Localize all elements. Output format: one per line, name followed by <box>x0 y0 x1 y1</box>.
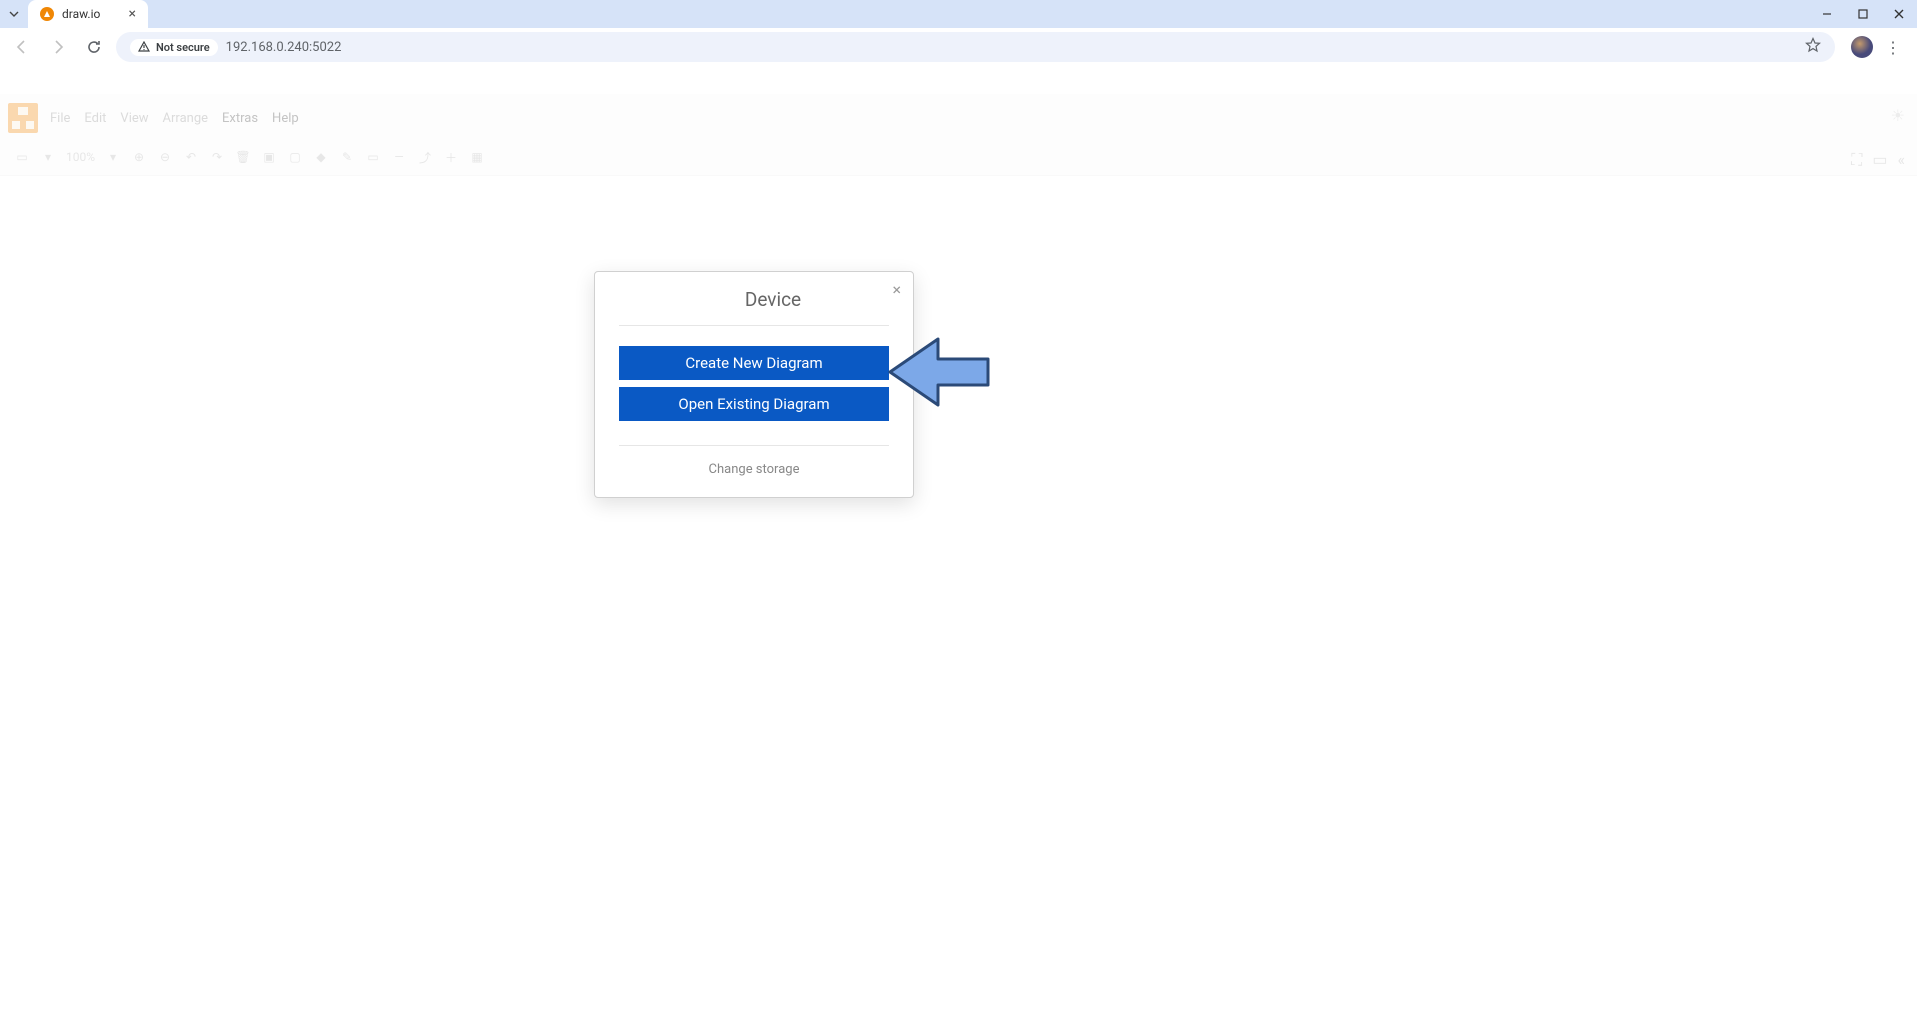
url-text: 192.168.0.240:5022 <box>226 40 342 55</box>
security-chip[interactable]: Not secure <box>130 39 218 56</box>
browser-tab-strip: draw.io × <box>0 0 1917 28</box>
change-storage-link[interactable]: Change storage <box>709 462 800 477</box>
toolbar-dropdown-icon[interactable]: ▾ <box>40 149 56 165</box>
browser-toolbar: Not secure 192.168.0.240:5022 ⋮ <box>0 28 1917 66</box>
back-button[interactable] <box>8 33 36 61</box>
menu-extras[interactable]: Extras <box>222 111 258 126</box>
redo-icon[interactable]: ↷ <box>209 149 225 165</box>
shadow-icon[interactable]: ▭ <box>365 149 381 165</box>
browser-menu-icon[interactable]: ⋮ <box>1885 38 1901 57</box>
spacer <box>0 66 1917 94</box>
menu-help[interactable]: Help <box>272 111 299 126</box>
toolbar-row: ▭ ▾ 100% ▾ ⊕ ⊖ ↶ ↷ 🗑 ▣ ▢ ◆ ✎ ▭ — ⤴ ＋ ▦ <box>0 142 1917 172</box>
forward-button[interactable] <box>44 33 72 61</box>
warning-icon <box>138 41 150 53</box>
tab-title: draw.io <box>62 7 100 21</box>
create-new-diagram-button[interactable]: Create New Diagram <box>619 346 889 380</box>
fullscreen-icon[interactable]: ⛶ <box>1851 150 1862 170</box>
zoom-level[interactable]: 100% <box>66 150 95 164</box>
window-controls <box>1809 0 1917 28</box>
address-bar[interactable]: Not secure 192.168.0.240:5022 <box>116 32 1835 62</box>
fill-color-icon[interactable]: ◆ <box>313 149 329 165</box>
menu-arrange[interactable]: Arrange <box>163 111 208 126</box>
waypoint-icon[interactable]: ⤴ <box>417 149 433 165</box>
device-icon <box>707 292 733 308</box>
security-label: Not secure <box>156 41 210 54</box>
menu-edit[interactable]: Edit <box>84 111 106 126</box>
open-existing-diagram-button[interactable]: Open Existing Diagram <box>619 387 889 421</box>
drawio-logo <box>8 103 38 133</box>
browser-tab[interactable]: draw.io × <box>28 0 148 28</box>
bookmark-star-icon[interactable] <box>1805 37 1821 57</box>
dialog-title: Device <box>745 288 801 311</box>
dialog-footer: Change storage <box>619 445 889 477</box>
delete-icon[interactable]: 🗑 <box>235 149 251 165</box>
minimize-button[interactable] <box>1809 0 1845 28</box>
dialog-close-icon[interactable]: × <box>892 282 901 298</box>
zoom-out-icon[interactable]: ⊖ <box>157 149 173 165</box>
drawio-favicon <box>40 7 54 21</box>
zoom-dropdown-icon[interactable]: ▾ <box>105 149 121 165</box>
app-toolbar: File Edit View Arrange Extras Help ▭ ▾ 1… <box>0 94 1917 176</box>
menu-bar: File Edit View Arrange Extras Help <box>50 111 299 126</box>
toolbar-right: ⛶ ▭ « <box>1851 150 1905 170</box>
close-tab-icon[interactable]: × <box>129 7 136 21</box>
menu-file[interactable]: File <box>50 111 70 126</box>
browser-extra-controls: ⋮ <box>1843 36 1909 58</box>
sidebar-toggle-icon[interactable]: ▭ <box>14 149 30 165</box>
tab-search-dropdown[interactable] <box>0 0 28 28</box>
collapse-icon[interactable]: « <box>1897 150 1905 170</box>
reload-button[interactable] <box>80 33 108 61</box>
storage-dialog: × Device Create New Diagram Open Existin… <box>594 271 914 498</box>
add-icon[interactable]: ＋ <box>443 149 459 165</box>
line-color-icon[interactable]: ✎ <box>339 149 355 165</box>
table-icon[interactable]: ▦ <box>469 149 485 165</box>
to-front-icon[interactable]: ▣ <box>261 149 277 165</box>
undo-icon[interactable]: ↶ <box>183 149 199 165</box>
close-window-button[interactable] <box>1881 0 1917 28</box>
zoom-in-icon[interactable]: ⊕ <box>131 149 147 165</box>
connection-icon[interactable]: — <box>391 149 407 165</box>
to-back-icon[interactable]: ▢ <box>287 149 303 165</box>
theme-toggle-icon[interactable]: ☀ <box>1891 106 1905 125</box>
format-panel-icon[interactable]: ▭ <box>1872 150 1887 170</box>
diagram-canvas[interactable] <box>0 176 1917 1024</box>
dialog-header: Device <box>619 288 889 326</box>
menu-view[interactable]: View <box>120 111 148 126</box>
maximize-button[interactable] <box>1845 0 1881 28</box>
profile-avatar[interactable] <box>1851 36 1873 58</box>
